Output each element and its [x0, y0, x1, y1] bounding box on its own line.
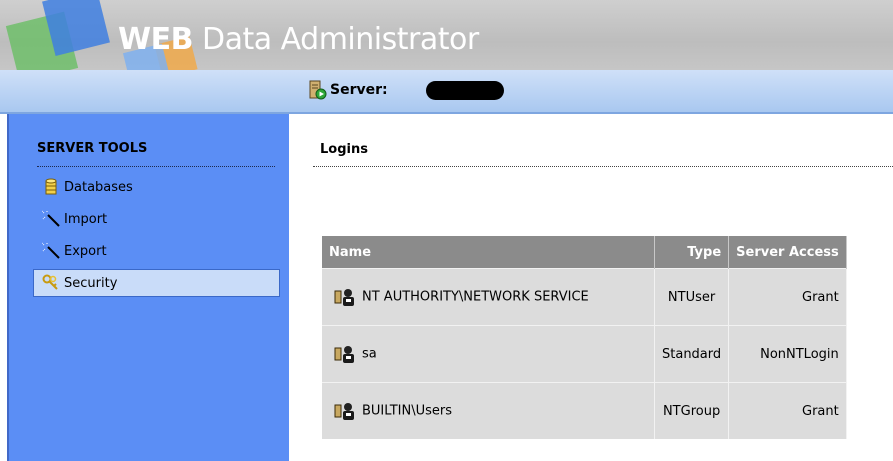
login-name-text: BUILTIN\Users [362, 403, 453, 419]
sidebar-item-label: Security [64, 275, 118, 291]
user-login-icon [334, 287, 356, 307]
sidebar-item-label: Export [64, 243, 107, 259]
login-type-cell: Standard [654, 325, 730, 383]
column-header-name[interactable]: Name [322, 236, 655, 269]
login-name-cell[interactable]: sa [322, 325, 655, 383]
login-type-cell: NTGroup [654, 382, 730, 439]
user-login-icon [334, 344, 356, 364]
login-access-cell: Grant [728, 268, 847, 326]
sidebar-item-label: Import [64, 211, 108, 227]
column-header-type[interactable]: Type [654, 236, 730, 269]
sidebar-item-label: Databases [64, 179, 133, 195]
table-row: BUILTIN\Users NTGroup Grant [322, 382, 847, 439]
table-row: sa Standard NonNTLogin [322, 325, 847, 383]
server-icon [309, 80, 327, 100]
content-divider [313, 166, 893, 167]
login-name-text: sa [362, 346, 377, 362]
sidebar-divider [37, 166, 275, 167]
wand-icon [41, 210, 60, 228]
app-title-rest: Data Administrator [192, 22, 479, 57]
sidebar-heading: SERVER TOOLS [37, 141, 148, 156]
sidebar-item-security[interactable]: Security [33, 269, 280, 297]
sidebar-item-import[interactable]: Import [41, 208, 108, 230]
login-access-cell: NonNTLogin [728, 325, 847, 383]
app-header: WEB Data Administrator [0, 0, 893, 70]
column-header-server-access[interactable]: Server Access [728, 236, 847, 269]
page-title: Logins [320, 142, 368, 157]
user-login-icon [334, 401, 356, 421]
logins-table: Name Type Server Access NT AUTHORITY\NET… [322, 236, 847, 439]
wand-icon [41, 242, 60, 260]
table-header-row: Name Type Server Access [322, 236, 847, 269]
server-name-redacted [426, 81, 504, 100]
database-icon [42, 178, 60, 196]
app-title-bold: WEB [118, 22, 193, 57]
server-label: Server: [330, 82, 388, 98]
login-name-text: NT AUTHORITY\NETWORK SERVICE [362, 289, 589, 305]
login-name-cell[interactable]: BUILTIN\Users [322, 382, 655, 439]
login-name-cell[interactable]: NT AUTHORITY\NETWORK SERVICE [322, 268, 655, 326]
sidebar-item-export[interactable]: Export [41, 240, 107, 262]
server-bar: Server: [0, 70, 893, 114]
sidebar-item-databases[interactable]: Databases [42, 176, 133, 198]
keys-icon [42, 274, 60, 292]
app-title: WEB Data Administrator [118, 22, 479, 57]
login-type-cell: NTUser [654, 268, 730, 326]
table-row: NT AUTHORITY\NETWORK SERVICE NTUser Gran… [322, 268, 847, 326]
sidebar: SERVER TOOLS Databases Import Export Sec… [7, 114, 289, 461]
login-access-cell: Grant [728, 382, 847, 439]
